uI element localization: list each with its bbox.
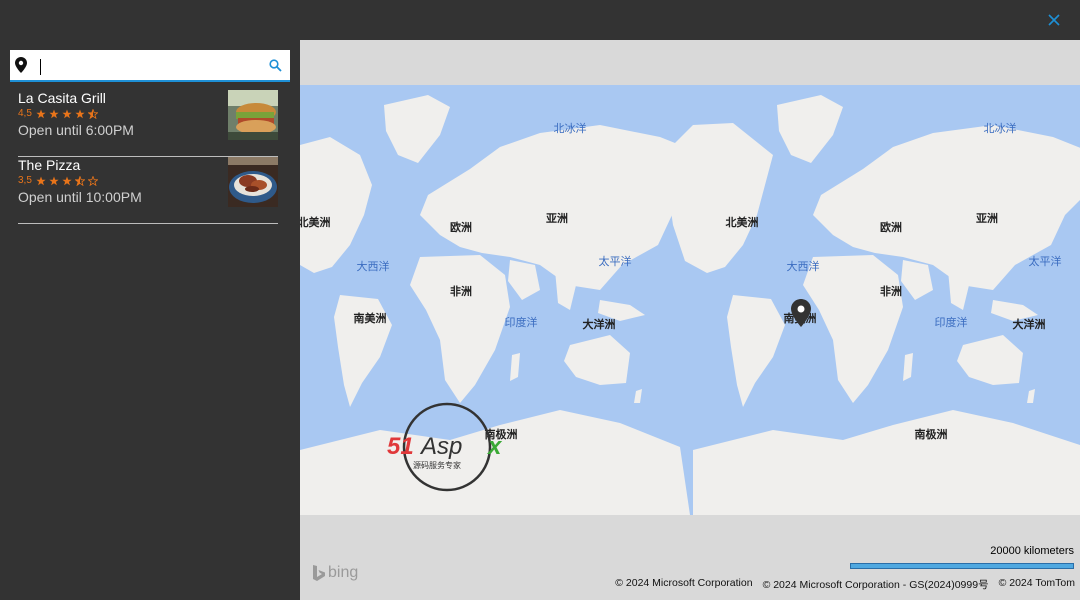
- bing-wordmark: bing: [328, 564, 359, 581]
- map-label-arctic: 北冰洋: [553, 123, 587, 135]
- map-label-north-america: 北美洲: [300, 217, 331, 229]
- map-label-arctic: 北冰洋: [983, 123, 1017, 135]
- result-thumbnail: [228, 90, 278, 140]
- star-full-icon: [36, 109, 46, 118]
- map-view[interactable]: 北冰洋 北美洲 欧洲 亚洲 大西洋 太平洋 非洲 南美洲 印度洋 大洋洲 南极洲…: [300, 40, 1080, 600]
- results-list: La Casita Grill 4,5 Open until 6:00PM Th…: [18, 90, 278, 224]
- map-label-oceania: 大洋洲: [1012, 319, 1046, 331]
- star-full-icon: [36, 176, 46, 185]
- scale-bar: [850, 563, 1074, 569]
- svg-text:Asp: Asp: [419, 433, 462, 460]
- bing-logo: bing: [312, 564, 358, 582]
- map-label-europe: 欧洲: [880, 222, 902, 234]
- search-icon: [268, 58, 282, 72]
- watermark-logo: 51 Asp x 源码服务专家: [385, 402, 515, 497]
- svg-text:51: 51: [387, 433, 414, 460]
- map-label-indian-ocean: 印度洋: [934, 317, 968, 329]
- map-label-oceania: 大洋洲: [582, 319, 616, 331]
- map-label-asia: 亚洲: [976, 213, 998, 225]
- result-hours: Open until 10:00PM: [18, 189, 142, 205]
- star-full-icon: [75, 109, 85, 118]
- map-label-europe: 欧洲: [450, 222, 472, 234]
- map-label-asia: 亚洲: [546, 213, 568, 225]
- copyright-line: © 2024 Microsoft Corporation © 2024 Micr…: [615, 577, 1075, 592]
- map-label-atlantic: 大西洋: [356, 261, 390, 273]
- result-thumbnail: [228, 157, 278, 207]
- search-button[interactable]: [260, 50, 290, 80]
- result-name: The Pizza: [18, 157, 81, 173]
- map-label-south-america: 南美洲: [353, 313, 387, 325]
- map-label-pacific: 太平洋: [598, 256, 632, 268]
- result-item[interactable]: The Pizza 3,5 Open until 10:00PM: [18, 157, 278, 224]
- rating-value: 3,5: [18, 175, 32, 186]
- map-label-indian-ocean: 印度洋: [504, 317, 538, 329]
- close-button[interactable]: [1044, 10, 1064, 30]
- map-pin-icon: [14, 56, 28, 74]
- result-hours: Open until 6:00PM: [18, 122, 134, 138]
- svg-text:x: x: [486, 433, 503, 460]
- map-label-antarctica: 南极洲: [914, 429, 948, 441]
- watermark-tagline: 源码服务专家: [413, 460, 461, 470]
- result-rating: 3,5: [18, 175, 98, 186]
- text-caret: [40, 59, 41, 75]
- search-input[interactable]: [28, 50, 260, 80]
- map-label-africa: 非洲: [450, 286, 472, 298]
- star-full-icon: [49, 176, 59, 185]
- result-name: La Casita Grill: [18, 90, 106, 106]
- scale-label: 20000 kilometers: [990, 545, 1074, 557]
- map-label-africa: 非洲: [880, 286, 902, 298]
- sidebar: La Casita Grill 4,5 Open until 6:00PM Th…: [0, 40, 300, 600]
- map-label-atlantic: 大西洋: [786, 261, 820, 273]
- copyright-microsoft: © 2024 Microsoft Corporation: [615, 577, 753, 589]
- star-empty-icon: [87, 175, 98, 186]
- close-icon: [1048, 14, 1060, 26]
- star-full-icon: [62, 109, 72, 118]
- result-item[interactable]: La Casita Grill 4,5 Open until 6:00PM: [18, 90, 278, 157]
- map-label-pacific: 太平洋: [1028, 256, 1062, 268]
- map-label-north-america: 北美洲: [725, 217, 759, 229]
- star-rating: [36, 175, 98, 186]
- copyright-microsoft-gs: © 2024 Microsoft Corporation - GS(2024)0…: [762, 579, 989, 591]
- star-half-icon: [74, 175, 85, 186]
- star-full-icon: [49, 109, 59, 118]
- star-full-icon: [62, 176, 72, 185]
- star-rating: [36, 108, 98, 119]
- star-half-icon: [87, 108, 98, 119]
- bing-icon: [313, 565, 325, 581]
- location-pin-icon[interactable]: [791, 299, 811, 327]
- rating-value: 4,5: [18, 108, 32, 119]
- search-box[interactable]: [10, 50, 290, 82]
- result-rating: 4,5: [18, 108, 98, 119]
- copyright-tomtom: © 2024 TomTom: [998, 577, 1075, 589]
